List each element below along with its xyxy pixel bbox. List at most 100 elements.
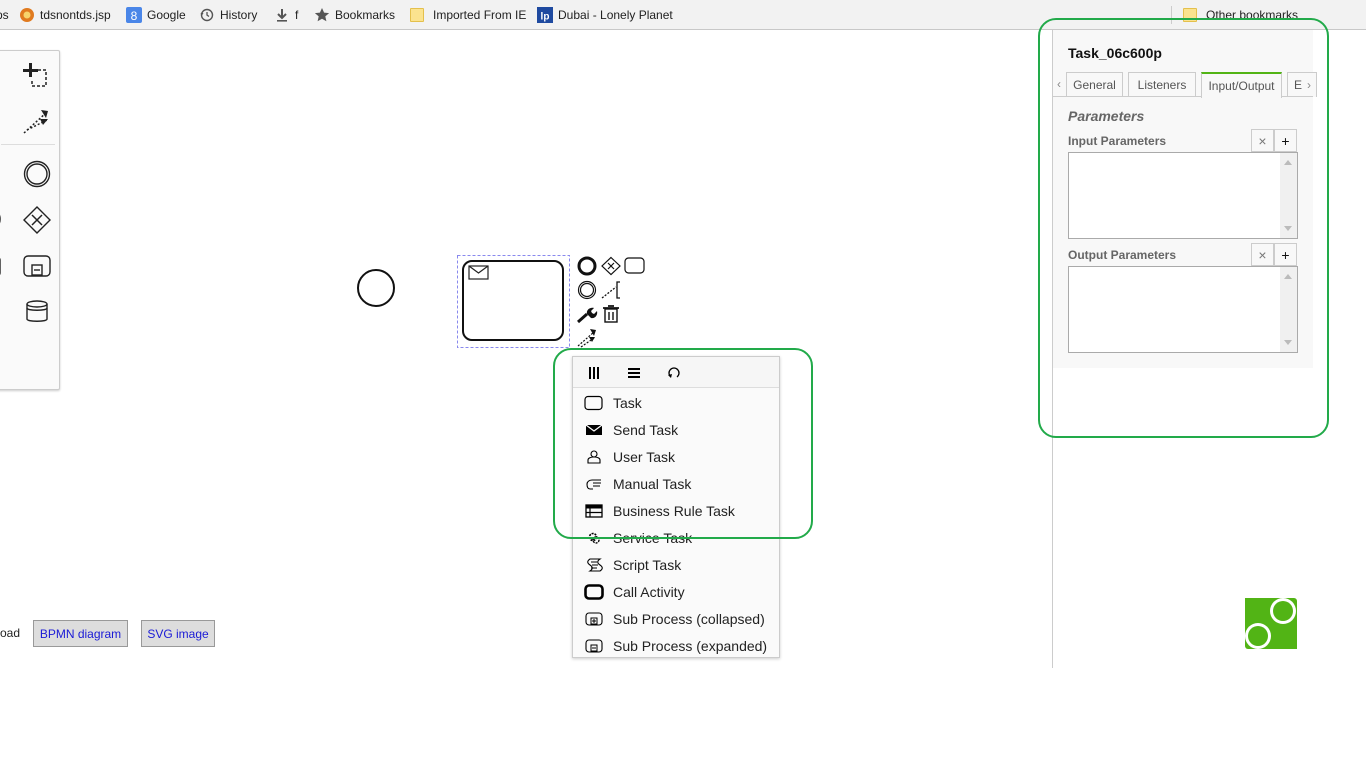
bookmark-label: Dubai - Lonely Planet — [558, 8, 673, 22]
bookmark-history[interactable]: History — [199, 6, 257, 24]
replace-entry-subprocess-collapsed[interactable]: Sub Process (collapsed) — [573, 605, 779, 632]
manual-task-icon — [584, 476, 604, 492]
bookmark-f[interactable]: f — [274, 6, 298, 24]
subprocess-icon[interactable] — [22, 251, 52, 281]
bookmark-tdsnontds[interactable]: tdsnontds.jsp — [19, 6, 111, 24]
entry-label: User Task — [613, 448, 675, 465]
folder-icon — [1183, 8, 1197, 22]
bookmark-label: Imported From IE — [433, 8, 527, 22]
sequential-multi-instance-icon[interactable] — [623, 363, 645, 383]
subprocess-collapsed-icon — [584, 611, 604, 627]
scrollbar[interactable] — [1280, 267, 1297, 352]
replace-entry-manual-task[interactable]: Manual Task — [573, 470, 779, 497]
wrench-icon[interactable] — [576, 304, 598, 326]
camunda-gears-logo[interactable] — [1245, 598, 1297, 649]
tab-label: E — [1294, 78, 1303, 92]
entry-label: Call Activity — [613, 583, 685, 600]
bookmark-label: f — [295, 8, 299, 22]
business-rule-task-icon — [584, 503, 604, 519]
replace-menu-header — [573, 357, 779, 388]
entry-label: Service Task — [613, 529, 693, 546]
entry-label: Task — [613, 394, 642, 411]
replace-menu: Task Send Task User Task Manual Task Bus… — [572, 356, 780, 658]
input-parameters-label: Input Parameters — [1068, 134, 1167, 148]
replace-entry-send-task[interactable]: Send Task — [573, 416, 779, 443]
replace-entry-call-activity[interactable]: Call Activity — [573, 578, 779, 605]
intermediate-event-icon[interactable] — [22, 159, 52, 189]
service-task-icon — [584, 530, 604, 546]
data-store-icon[interactable] — [22, 297, 52, 327]
task-icon — [584, 395, 604, 411]
hand-tool-icon[interactable] — [0, 63, 13, 93]
append-intermediate-event-icon[interactable] — [576, 280, 598, 302]
tab-general[interactable]: General — [1066, 72, 1123, 97]
append-end-event-icon[interactable] — [576, 256, 598, 278]
scroll-up-arrow[interactable] — [1284, 160, 1292, 165]
tab-input-output[interactable]: Input/Output — [1201, 72, 1282, 98]
lonely-planet-icon: lp — [537, 7, 553, 23]
input-parameters-list[interactable] — [1068, 152, 1298, 239]
add-input-parameter-button[interactable]: + — [1274, 129, 1297, 152]
context-pad — [576, 256, 648, 348]
bookmark-bookmarks[interactable]: Bookmarks — [314, 6, 395, 24]
connect-icon[interactable] — [576, 326, 598, 348]
replace-entry-script-task[interactable]: Script Task — [573, 551, 779, 578]
element-id-title: Task_06c600p — [1068, 45, 1162, 61]
gateway-icon[interactable] — [22, 205, 52, 235]
download-label: oad — [0, 626, 21, 640]
site-favicon-icon — [20, 8, 34, 22]
user-task-icon — [584, 449, 604, 465]
scroll-down-arrow[interactable] — [1284, 226, 1292, 231]
append-text-annotation-icon[interactable] — [600, 280, 622, 302]
properties-panel-content: Task_06c600p ‹ General Listeners Input/O… — [1053, 30, 1317, 368]
download-svg-button[interactable]: SVG image — [141, 620, 215, 647]
bookmark-google[interactable]: 8 Google — [126, 6, 186, 24]
tabs-next-arrow[interactable]: › — [1307, 78, 1311, 92]
bookmark-imported-from-ie[interactable]: Imported From IE — [410, 6, 526, 24]
end-event-icon[interactable] — [0, 204, 13, 234]
download-icon — [277, 9, 287, 22]
append-gateway-icon[interactable] — [600, 256, 622, 278]
loop-icon[interactable] — [663, 363, 685, 383]
replace-entry-task[interactable]: Task — [573, 389, 779, 416]
replace-entry-service-task[interactable]: Service Task — [573, 524, 779, 551]
append-task-icon[interactable] — [624, 256, 646, 278]
space-tool-icon[interactable] — [0, 108, 13, 138]
participant-icon[interactable] — [0, 343, 13, 373]
bookmarks-bar: ps tdsnontds.jsp 8 Google History f Book… — [0, 0, 1366, 30]
global-connect-tool-icon[interactable] — [21, 106, 51, 136]
bookmark-item[interactable]: ps — [0, 6, 9, 24]
add-output-parameter-button[interactable]: + — [1274, 243, 1297, 266]
svg-text:8: 8 — [131, 9, 138, 23]
send-task-element[interactable] — [457, 255, 570, 348]
script-task-icon — [584, 557, 604, 573]
bookmark-lonely-planet[interactable]: lp Dubai - Lonely Planet — [537, 6, 673, 24]
tab-listeners[interactable]: Listeners — [1128, 72, 1196, 97]
download-bpmn-button[interactable]: BPMN diagram — [33, 620, 128, 647]
properties-panel: Task_06c600p ‹ General Listeners Input/O… — [1052, 30, 1366, 668]
lasso-tool-icon[interactable] — [21, 61, 51, 91]
trash-icon[interactable] — [600, 304, 622, 326]
google-icon: 8 — [126, 7, 142, 23]
folder-icon — [410, 8, 424, 22]
scroll-down-arrow[interactable] — [1284, 340, 1292, 345]
parallel-multi-instance-icon[interactable] — [583, 363, 605, 383]
bookmark-label: Google — [147, 8, 186, 22]
tabs-prev-arrow[interactable]: ‹ — [1057, 77, 1061, 91]
tool-palette — [0, 50, 60, 390]
start-event[interactable] — [356, 269, 396, 309]
replace-entry-subprocess-expanded[interactable]: Sub Process (expanded) — [573, 632, 779, 659]
output-parameters-list[interactable] — [1068, 266, 1298, 353]
scroll-up-arrow[interactable] — [1284, 274, 1292, 279]
bookmark-label: Bookmarks — [335, 8, 396, 22]
bookmark-label: Other bookmarks — [1206, 8, 1299, 22]
start-event-icon[interactable] — [0, 158, 13, 188]
replace-entry-user-task[interactable]: User Task — [573, 443, 779, 470]
remove-input-parameter-button[interactable]: × — [1251, 129, 1274, 152]
remove-output-parameter-button[interactable]: × — [1251, 243, 1274, 266]
replace-entry-business-rule-task[interactable]: Business Rule Task — [573, 497, 779, 524]
task-icon[interactable] — [0, 251, 13, 281]
tab-extensions[interactable]: E › — [1287, 72, 1317, 97]
scrollbar[interactable] — [1280, 153, 1297, 238]
bookmark-other[interactable]: Other bookmarks — [1183, 6, 1298, 24]
